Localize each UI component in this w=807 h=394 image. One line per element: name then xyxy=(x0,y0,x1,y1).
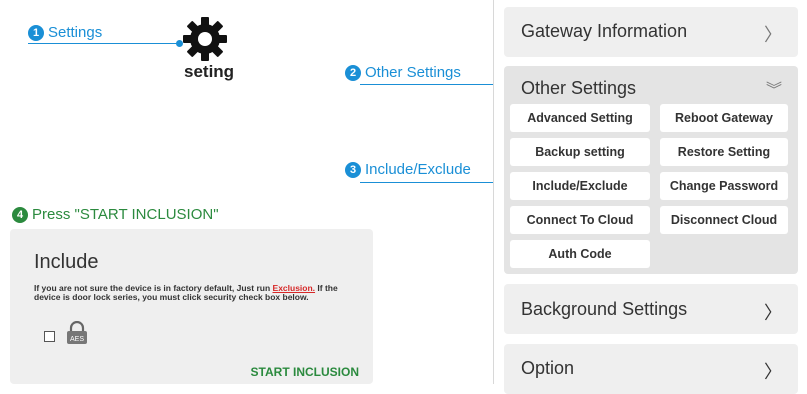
connect-to-cloud-button[interactable]: Connect To Cloud xyxy=(510,206,650,234)
gear-label: seting xyxy=(184,62,235,81)
callout-line xyxy=(360,182,515,183)
callout-line xyxy=(360,84,500,85)
step-number-badge: 4 xyxy=(12,206,28,223)
include-exclude-button[interactable]: Include/Exclude xyxy=(510,172,650,200)
card-title: Background Settings xyxy=(521,299,688,319)
callout-include-exclude: 3 Include/Exclude xyxy=(345,161,471,178)
card-title: Other Settings xyxy=(521,78,637,98)
callout-label: Include/Exclude xyxy=(365,161,471,178)
callout-label: Press "START INCLUSION" xyxy=(32,206,219,223)
callout-line xyxy=(28,43,180,44)
callout-label: Other Settings xyxy=(365,64,461,81)
settings-panel: Gateway Information 〉 Other Settings ︾ A… xyxy=(493,0,807,394)
step-number-badge: 2 xyxy=(345,64,361,81)
background-settings-card[interactable]: Background Settings 〉 xyxy=(504,284,798,334)
callout-settings: 1 Settings xyxy=(28,24,102,41)
option-card[interactable]: Option 〉 xyxy=(504,344,798,394)
advanced-setting-button[interactable]: Advanced Setting xyxy=(510,104,650,132)
auth-code-button[interactable]: Auth Code xyxy=(510,240,650,268)
card-title: Gateway Information xyxy=(521,21,688,41)
callout-label: Settings xyxy=(48,24,103,41)
chevron-right-icon: 〉 xyxy=(764,303,782,323)
lock-icon: AES xyxy=(67,321,87,344)
include-card: Include If you are not sure the device i… xyxy=(10,229,373,384)
step-number-badge: 3 xyxy=(345,161,361,178)
backup-setting-button[interactable]: Backup setting xyxy=(510,138,650,166)
security-checkbox[interactable] xyxy=(44,331,55,342)
chevron-right-icon: 〉 xyxy=(764,362,782,382)
include-title: Include xyxy=(34,251,99,273)
start-inclusion-button[interactable]: START INCLUSION xyxy=(251,365,359,379)
other-settings-card[interactable]: Other Settings ︾ Advanced Setting Reboot… xyxy=(504,66,798,274)
reboot-gateway-button[interactable]: Reboot Gateway xyxy=(660,104,788,132)
disconnect-cloud-button[interactable]: Disconnect Cloud xyxy=(660,206,788,234)
callout-start-inclusion: 4 Press "START INCLUSION" xyxy=(12,206,219,223)
callout-other-settings: 2 Other Settings xyxy=(345,64,461,81)
gateway-information-card[interactable]: Gateway Information 〉 xyxy=(504,7,798,57)
gear-icon[interactable] xyxy=(182,16,228,62)
card-title: Option xyxy=(521,358,575,378)
chevron-down-icon: ︾ xyxy=(765,82,782,99)
step-number-badge: 1 xyxy=(28,24,44,41)
change-password-button[interactable]: Change Password xyxy=(660,172,788,200)
lock-label: AES xyxy=(70,336,84,343)
chevron-right-icon: 〉 xyxy=(764,25,782,45)
include-instructions: If you are not sure the device is in fac… xyxy=(34,284,364,302)
restore-setting-button[interactable]: Restore Setting xyxy=(660,138,788,166)
